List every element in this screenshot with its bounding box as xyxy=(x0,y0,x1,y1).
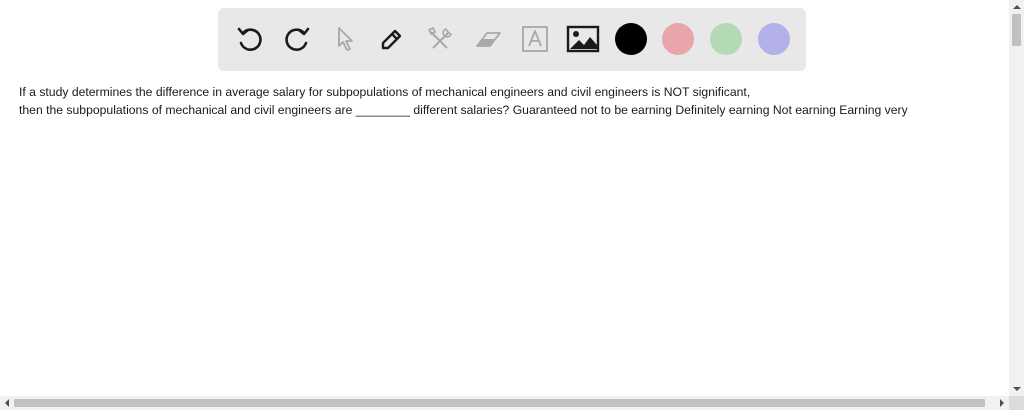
color-swatch-black[interactable] xyxy=(615,23,647,55)
question-text: If a study determines the difference in … xyxy=(19,83,1004,119)
drawing-toolbar xyxy=(218,8,806,71)
redo-icon xyxy=(285,27,310,51)
eraser-icon xyxy=(476,32,501,47)
scroll-left-button[interactable] xyxy=(0,396,14,410)
vertical-scrollbar[interactable] xyxy=(1009,0,1024,396)
pen-icon xyxy=(381,29,402,50)
scroll-right-arrow-icon xyxy=(1000,399,1004,407)
scroll-right-button[interactable] xyxy=(995,396,1009,410)
color-swatch-red[interactable] xyxy=(662,23,694,55)
pointer-button[interactable] xyxy=(328,22,362,56)
tools-button[interactable] xyxy=(423,22,457,56)
scroll-left-arrow-icon xyxy=(5,399,9,407)
vertical-scroll-thumb[interactable] xyxy=(1012,14,1021,46)
image-icon xyxy=(566,25,600,53)
pointer-icon xyxy=(338,27,353,51)
scroll-down-button[interactable] xyxy=(1009,382,1024,396)
text-button[interactable] xyxy=(518,22,552,56)
undo-icon xyxy=(237,27,262,51)
undo-button[interactable] xyxy=(233,22,267,56)
horizontal-scrollbar[interactable] xyxy=(0,396,1009,410)
pen-button[interactable] xyxy=(375,22,409,56)
color-swatch-purple[interactable] xyxy=(758,23,790,55)
horizontal-scroll-thumb[interactable] xyxy=(14,399,985,407)
redo-button[interactable] xyxy=(280,22,314,56)
color-swatch-green[interactable] xyxy=(710,23,742,55)
eraser-button[interactable] xyxy=(471,22,505,56)
image-button[interactable] xyxy=(566,22,600,56)
scroll-up-button[interactable] xyxy=(1009,0,1024,14)
scroll-up-arrow-icon xyxy=(1012,5,1021,9)
question-line-2: then the subpopulations of mechanical an… xyxy=(19,103,908,117)
text-icon xyxy=(522,26,548,52)
question-line-1: If a study determines the difference in … xyxy=(19,85,751,99)
tools-icon xyxy=(427,26,452,49)
scrollbar-corner xyxy=(1009,396,1024,410)
scroll-down-arrow-icon xyxy=(1012,387,1021,391)
canvas-area[interactable]: If a study determines the difference in … xyxy=(0,0,1009,396)
